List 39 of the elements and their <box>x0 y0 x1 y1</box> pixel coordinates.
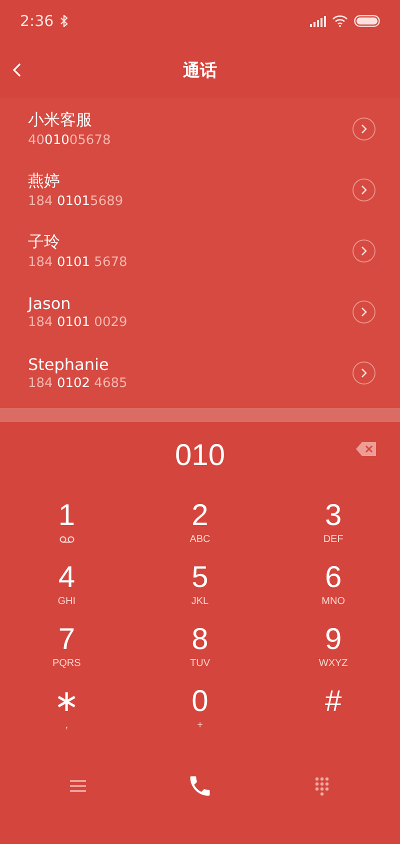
details-icon[interactable] <box>352 360 376 384</box>
contact-name[interactable]: Jason <box>28 294 71 312</box>
signal-icon <box>310 16 326 26</box>
dial-key[interactable]: 4 GHI <box>0 562 134 624</box>
dial-key[interactable]: 0 + <box>133 686 267 748</box>
contact-number: 184 0102 4685 <box>28 376 128 390</box>
menu-icon[interactable] <box>70 779 86 793</box>
contact-name[interactable]: 燕婷 <box>28 170 60 192</box>
dial-key[interactable]: 2 ABC <box>133 500 267 562</box>
dial-key[interactable]: # <box>266 686 400 748</box>
dial-key[interactable]: 8 TUV <box>133 624 267 686</box>
dial-key[interactable]: 1 <box>0 500 134 562</box>
bluetooth-icon <box>60 15 68 27</box>
dial-key[interactable]: 6 MNO <box>266 562 400 624</box>
backspace-icon[interactable] <box>356 442 376 456</box>
details-icon[interactable] <box>352 178 376 202</box>
contact-number: 184 0101 5678 <box>28 254 128 270</box>
voicemail-icon <box>58 536 75 544</box>
dial-key[interactable]: ∗ , <box>0 686 134 748</box>
wifi-icon <box>332 15 348 27</box>
contact-number: 184 01015689 <box>28 194 124 208</box>
dial-key[interactable]: 5 JKL <box>133 562 267 624</box>
dial-key[interactable]: 7 PQRS <box>0 624 134 686</box>
status-time: 2:36 <box>20 12 54 30</box>
contact-name[interactable]: 子玲 <box>28 232 60 252</box>
battery-icon <box>354 15 380 27</box>
dialed-number: 010 <box>174 439 226 473</box>
dial-key[interactable]: 3 DEF <box>266 500 400 562</box>
page-title: 通话 <box>183 60 217 82</box>
contact-name[interactable]: Stephanie <box>28 354 109 374</box>
details-icon[interactable] <box>352 116 376 140</box>
contact-number: 184 0101 0029 <box>28 314 128 330</box>
details-icon[interactable] <box>352 238 376 262</box>
dial-key[interactable]: 9 WXYZ <box>266 624 400 686</box>
details-icon[interactable] <box>352 300 376 324</box>
back-icon[interactable] <box>12 62 22 78</box>
contact-name[interactable]: 小米客服 <box>28 110 92 130</box>
keypad-icon[interactable] <box>314 776 330 796</box>
contact-number: 4001005678 <box>28 132 111 148</box>
